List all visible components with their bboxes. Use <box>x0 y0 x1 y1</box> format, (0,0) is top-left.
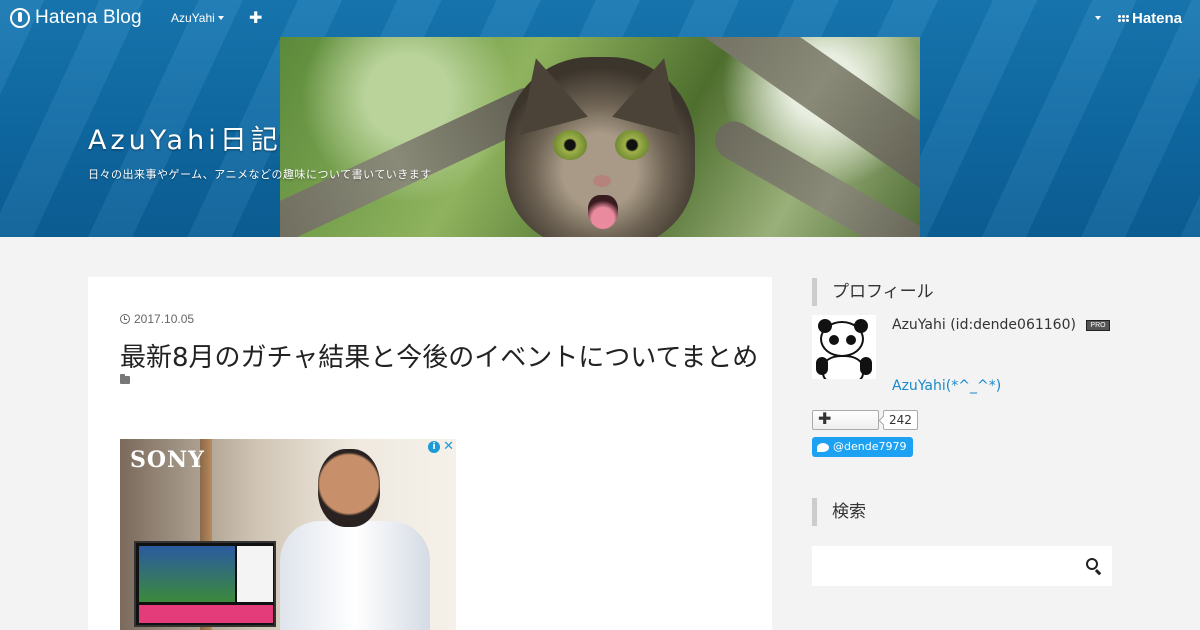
add-icon[interactable]: ✚ <box>249 8 262 27</box>
ad-tv-image <box>134 541 276 627</box>
hatena-blog-logo-text: Hatena Blog <box>35 7 142 28</box>
twitter-handle: @dende7979 <box>833 440 907 453</box>
hatena-dots-icon <box>1118 15 1129 22</box>
profile-name[interactable]: AzuYahi (id:dende061160) PRO <box>892 317 1110 333</box>
cat-photo <box>502 49 698 237</box>
search-heading: 検索 <box>812 498 1112 526</box>
category-folder-icon <box>120 374 130 384</box>
hatena-logo[interactable]: Hatena <box>1118 10 1182 27</box>
ad-brand-logo: SONY <box>130 447 205 473</box>
blog-header: Hatena Blog AzuYahi ✚ Hatena AzuYahi日記 日… <box>0 0 1200 237</box>
hatena-logo-text: Hatena <box>1132 10 1183 27</box>
entry-date[interactable]: 2017.10.05 <box>120 312 194 326</box>
advertisement-banner[interactable]: SONY i ✕ <box>120 439 456 630</box>
hatena-blog-logo[interactable]: Hatena Blog <box>10 7 142 29</box>
caret-down-icon <box>217 16 224 20</box>
twitter-follow-button[interactable]: @dende7979 <box>812 437 914 457</box>
plus-icon: ✚ <box>818 409 832 428</box>
user-menu-label: AzuYahi <box>171 11 215 25</box>
twitter-bird-icon <box>817 442 829 452</box>
global-header-bar: Hatena Blog AzuYahi ✚ Hatena <box>0 0 1200 37</box>
avatar[interactable] <box>812 315 876 379</box>
user-menu[interactable]: AzuYahi <box>171 11 224 25</box>
hatena-blog-logo-icon <box>10 8 30 28</box>
blog-description: 日々の出来事やゲーム、アニメなどの趣味について書いていきます <box>88 168 432 181</box>
search-input[interactable] <box>812 546 1112 586</box>
ad-info-icon[interactable]: i <box>428 441 440 453</box>
ad-close-icon[interactable]: ✕ <box>443 439 454 454</box>
caret-down-icon[interactable] <box>1095 16 1101 20</box>
profile-name-text: AzuYahi (id:dende061160) <box>892 317 1076 333</box>
search-icon[interactable] <box>1086 558 1098 570</box>
subscribe-button[interactable]: ✚ <box>812 409 879 430</box>
clock-icon <box>120 314 130 324</box>
blog-title[interactable]: AzuYahi日記 <box>88 118 282 157</box>
ad-person-image <box>280 449 430 630</box>
entry-title[interactable]: 最新8月のガチャ結果と今後のイベントについてまとめ <box>120 337 758 374</box>
subscriber-count[interactable]: 242 <box>883 410 918 430</box>
pro-badge: PRO <box>1086 319 1110 331</box>
entry-date-text: 2017.10.05 <box>134 312 195 326</box>
entry-article: 2017.10.05 最新8月のガチャ結果と今後のイベントについてまとめ SON… <box>88 277 772 630</box>
header-banner-image <box>280 37 920 237</box>
profile-link[interactable]: AzuYahi(*^_^*) <box>892 378 1001 394</box>
profile-heading: プロフィール <box>812 278 1112 306</box>
